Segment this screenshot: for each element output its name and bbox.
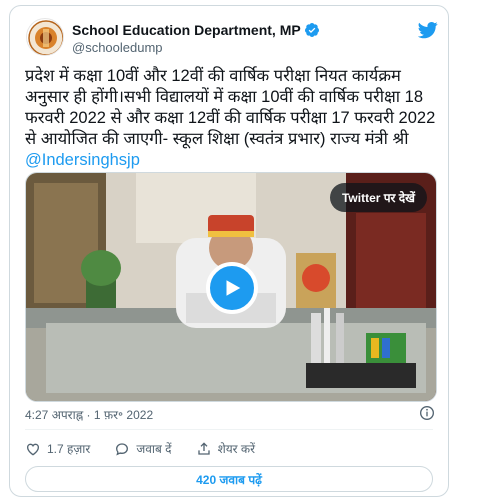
read-replies-button[interactable]: 420 जवाब पढ़ें (25, 466, 433, 492)
reply-button[interactable]: जवाब दें (114, 440, 172, 457)
avatar[interactable] (26, 18, 64, 56)
author-display-name[interactable]: School Education Department, MP (72, 22, 301, 38)
heart-icon (26, 443, 40, 455)
tweet-timestamp[interactable]: 4:27 अपराह्न · 1 फ़र॰ 2022 (25, 406, 153, 423)
share-button[interactable]: शेयर करें (196, 440, 256, 457)
tweet-text: प्रदेश में कक्षा 10वीं और 12वीं की वार्ष… (25, 66, 440, 171)
author-name-row[interactable]: School Education Department, MP (72, 22, 320, 38)
twitter-bird-icon[interactable] (418, 20, 438, 40)
tweet-body: प्रदेश में कक्षा 10वीं और 12वीं की वार्ष… (25, 67, 436, 148)
tweet-actions: 1.7 हज़ार जवाब दें शेयर करें (25, 440, 279, 457)
mention-link[interactable]: @Indersinghsjp (25, 151, 140, 169)
video-player[interactable]: Twitter पर देखें (25, 172, 437, 402)
play-icon (226, 280, 241, 296)
share-icon (197, 441, 210, 455)
watch-on-twitter-button[interactable]: Twitter पर देखें (329, 183, 427, 212)
tweet-card: School Education Department, MP @schoole… (9, 5, 449, 497)
author-handle[interactable]: @schooledump (72, 40, 163, 55)
like-button[interactable]: 1.7 हज़ार (25, 440, 90, 457)
share-label: शेयर करें (217, 442, 256, 456)
info-icon[interactable] (419, 405, 435, 421)
divider (25, 429, 433, 430)
like-count: 1.7 हज़ार (47, 442, 91, 456)
verified-badge-icon (304, 23, 319, 37)
play-button[interactable] (206, 262, 258, 314)
reply-label: जवाब दें (136, 442, 172, 456)
reply-bubble-icon (116, 442, 129, 456)
